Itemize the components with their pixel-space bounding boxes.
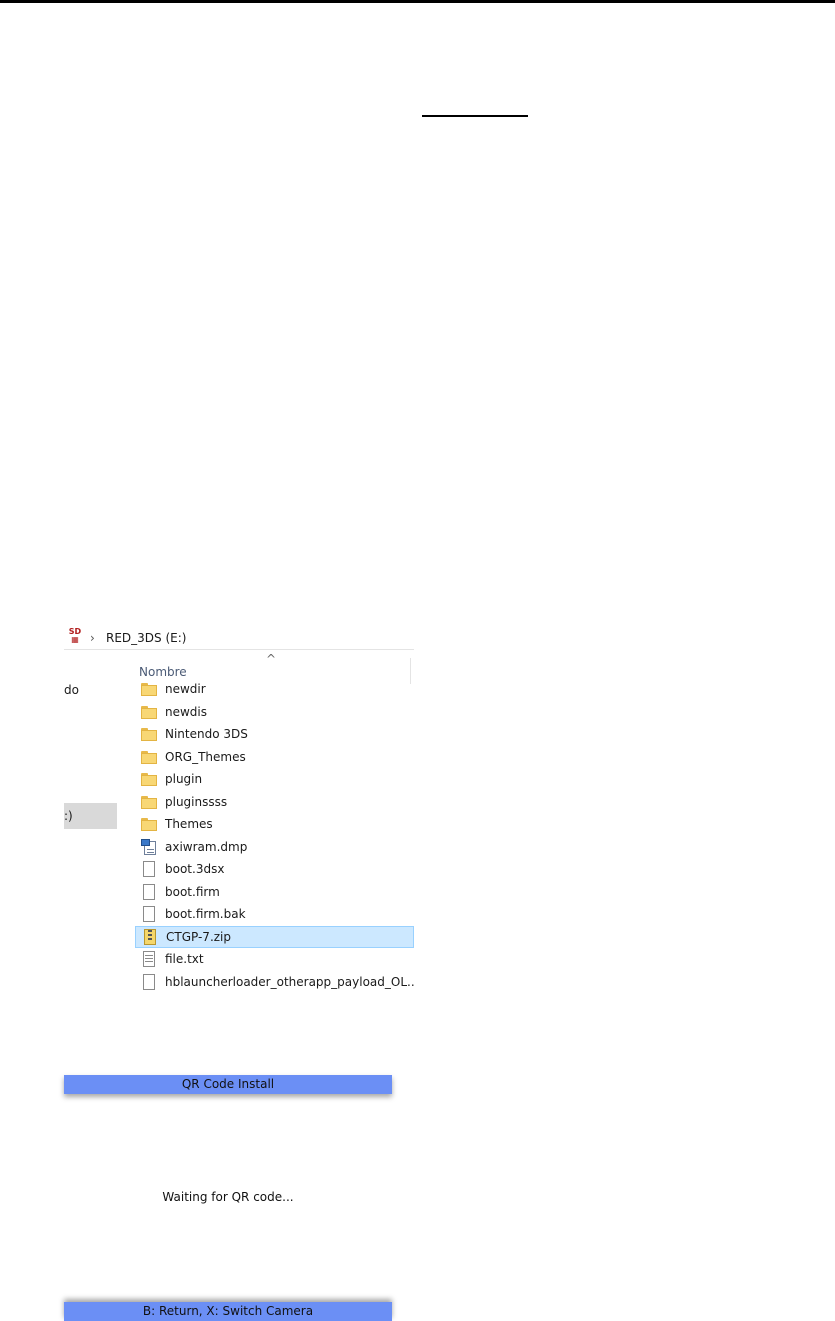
sd-card-icon: SD ▦ xyxy=(67,628,83,646)
qr-install-title-bar: QR Code Install xyxy=(64,1075,392,1094)
qr-waiting-status: Waiting for QR code... xyxy=(162,1190,294,1204)
sd-card-icon-glyph: ▦ xyxy=(71,635,79,644)
file-name: hblauncherloader_otherapp_payload_OL... xyxy=(165,974,414,989)
file-row[interactable]: ORG_Themes xyxy=(135,746,414,768)
file-name: axiwram.dmp xyxy=(165,839,248,854)
navigation-pane: do :) xyxy=(64,652,118,997)
file-row[interactable]: boot.firm.bak xyxy=(135,903,414,925)
file-name: file.txt xyxy=(165,952,204,966)
file-row[interactable]: hblauncherloader_otherapp_payload_OL... xyxy=(135,971,414,993)
breadcrumb-chevron-icon[interactable]: › xyxy=(90,631,95,645)
folder-icon xyxy=(141,771,157,787)
file-name: boot.firm xyxy=(165,884,220,899)
file-name: ORG_Themes xyxy=(165,749,246,764)
file-row[interactable]: file.txt xyxy=(135,948,414,970)
column-header-name[interactable]: Nombre xyxy=(139,665,187,679)
file-name: CTGP-7.zip xyxy=(166,929,232,944)
folder-icon xyxy=(141,749,157,765)
file-row[interactable]: axiwram.dmp xyxy=(135,836,414,858)
file-explorer-window: SD ▦ › RED_3DS (E:) do :) ^ Nombre newdi… xyxy=(64,625,414,997)
file-name: pluginssss xyxy=(165,794,228,809)
qr-install-screen: QR Code Install Waiting for QR code... B… xyxy=(64,1075,392,1321)
file-name: Themes xyxy=(165,817,213,831)
file-row[interactable]: plugin xyxy=(135,768,414,790)
file-name: newdir xyxy=(165,682,206,696)
file-row[interactable]: newdis xyxy=(135,701,414,723)
file-row[interactable]: Nintendo 3DS xyxy=(135,723,414,745)
sort-ascending-icon: ^ xyxy=(266,652,277,666)
dump-file-icon xyxy=(141,838,157,855)
file-icon xyxy=(141,973,157,990)
file-row[interactable]: Themes xyxy=(135,813,414,835)
folder-icon xyxy=(141,794,157,810)
file-name: boot.3dsx xyxy=(165,862,225,876)
address-bar[interactable]: SD ▦ › RED_3DS (E:) xyxy=(64,625,414,651)
title-underline xyxy=(422,115,528,117)
file-name: newdis xyxy=(165,704,208,719)
text-file-icon xyxy=(141,951,157,967)
file-row[interactable]: pluginssss xyxy=(135,791,414,813)
file-icon xyxy=(141,906,157,922)
qr-controls-footer: B: Return, X: Switch Camera xyxy=(64,1302,392,1321)
file-name: Nintendo 3DS xyxy=(165,727,248,741)
folder-icon xyxy=(141,681,157,697)
file-name: boot.firm.bak xyxy=(165,907,246,921)
breadcrumb-drive[interactable]: RED_3DS (E:) xyxy=(106,631,186,645)
file-row[interactable]: newdir xyxy=(135,678,414,700)
folder-icon xyxy=(141,816,157,832)
nav-item-partial[interactable]: do xyxy=(64,683,79,697)
file-icon xyxy=(141,883,157,900)
file-row[interactable]: boot.firm xyxy=(135,881,414,903)
file-row[interactable]: CTGP-7.zip xyxy=(135,925,414,948)
file-icon xyxy=(141,861,157,877)
file-row[interactable]: boot.3dsx xyxy=(135,858,414,880)
folder-icon xyxy=(141,726,157,742)
zip-archive-icon xyxy=(142,928,158,945)
nav-item-drive-partial[interactable]: :) xyxy=(64,809,73,823)
top-rule xyxy=(0,0,835,3)
file-name: plugin xyxy=(165,772,203,786)
address-divider xyxy=(64,649,414,650)
folder-icon xyxy=(141,704,157,720)
